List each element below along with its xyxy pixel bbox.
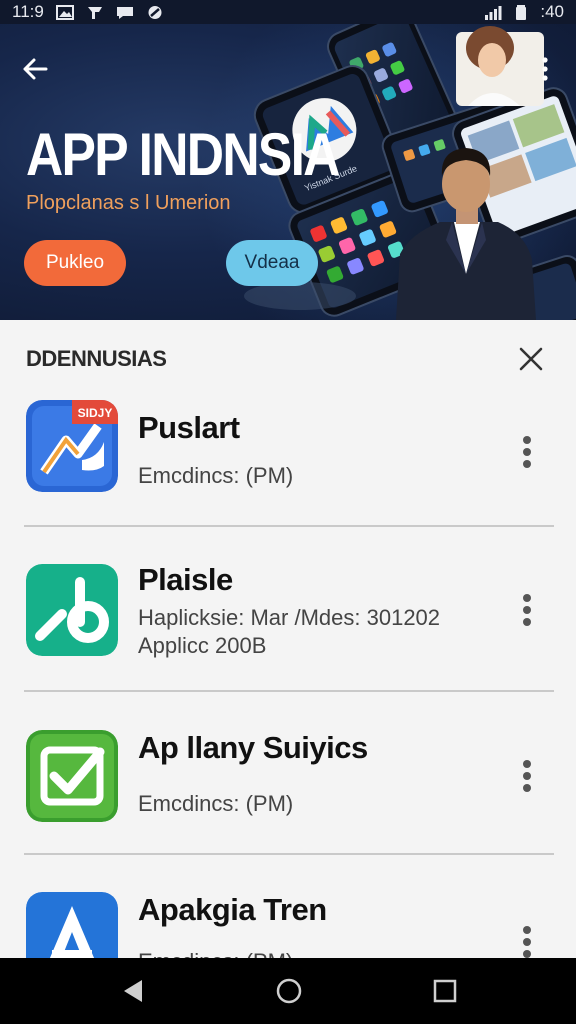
system-nav-bar [0,958,576,1024]
more-vert-icon[interactable] [516,592,538,628]
app-name: Apakgia Tren [138,892,327,927]
image-notification-icon [55,4,74,20]
apps-sheet: DDENNUSIAS SIDJY Puslart Emcdincs: (PM) … [0,320,576,958]
more-vert-icon[interactable] [536,52,554,86]
blue-chart-app-icon: SIDJY [26,400,118,492]
hero-title: APP INDNSIA [26,121,340,188]
hero-banner: Yistnak Surde APP INDNSIA Plopclanas s l… [0,24,576,320]
nav-home-icon[interactable] [274,976,304,1006]
divider [24,853,554,855]
green-check-app-icon [26,730,118,822]
status-right-text: :40 [540,2,564,21]
app-name: Ap llany Suiyics [138,730,368,765]
app-meta: Haplicksie: Mar /Mdes: 301202 [138,605,441,630]
more-vert-icon[interactable] [516,434,538,470]
close-icon[interactable] [516,344,546,374]
more-vert-icon[interactable] [516,924,538,958]
app-badge: SIDJY [78,406,113,420]
app-meta: Emcdincs: (PM) [138,948,293,958]
sheet-title: DDENNUSIAS [26,346,167,371]
status-bar: 11:9 :40 [0,0,576,24]
app-meta: Emcdincs: (PM) [138,791,294,816]
nav-recents-icon[interactable] [430,976,460,1006]
app-list-item[interactable]: Ap llany Suiyics Emcdincs: (PM) [0,730,576,840]
hero-subtitle: Plopclanas s l Umerion [26,192,231,214]
app-list-item[interactable]: SIDJY Puslart Emcdincs: (PM) [0,400,576,520]
blue-a-app-icon [26,892,118,958]
back-arrow-icon[interactable] [18,52,52,86]
nav-back-icon[interactable] [118,976,148,1006]
secondary-cta-button[interactable]: Vdeaa [226,240,318,286]
divider [24,690,554,692]
app-meta-secondary: Applicc 200B [138,633,267,658]
app-list-item[interactable]: Plaisle Haplicksie: Mar /Mdes: 301202 Ap… [0,562,576,672]
battery-icon [516,4,527,20]
status-time: 11:9 [12,2,44,21]
app-name: Puslart [138,410,240,445]
blocked-notification-icon [148,5,162,19]
more-vert-icon[interactable] [516,758,538,794]
app-meta: Emcdincs: (PM) [138,463,294,488]
signal-icon [485,5,502,20]
app-list-item[interactable]: Apakgia Tren Emcdincs: (PM) [0,892,576,958]
divider [24,525,554,527]
chat-notification-icon [116,6,133,19]
teal-b-app-icon [26,564,118,656]
primary-cta-button[interactable]: Pukleo [24,240,126,286]
app-name: Plaisle [138,562,233,597]
sports-notification-icon [87,6,102,19]
